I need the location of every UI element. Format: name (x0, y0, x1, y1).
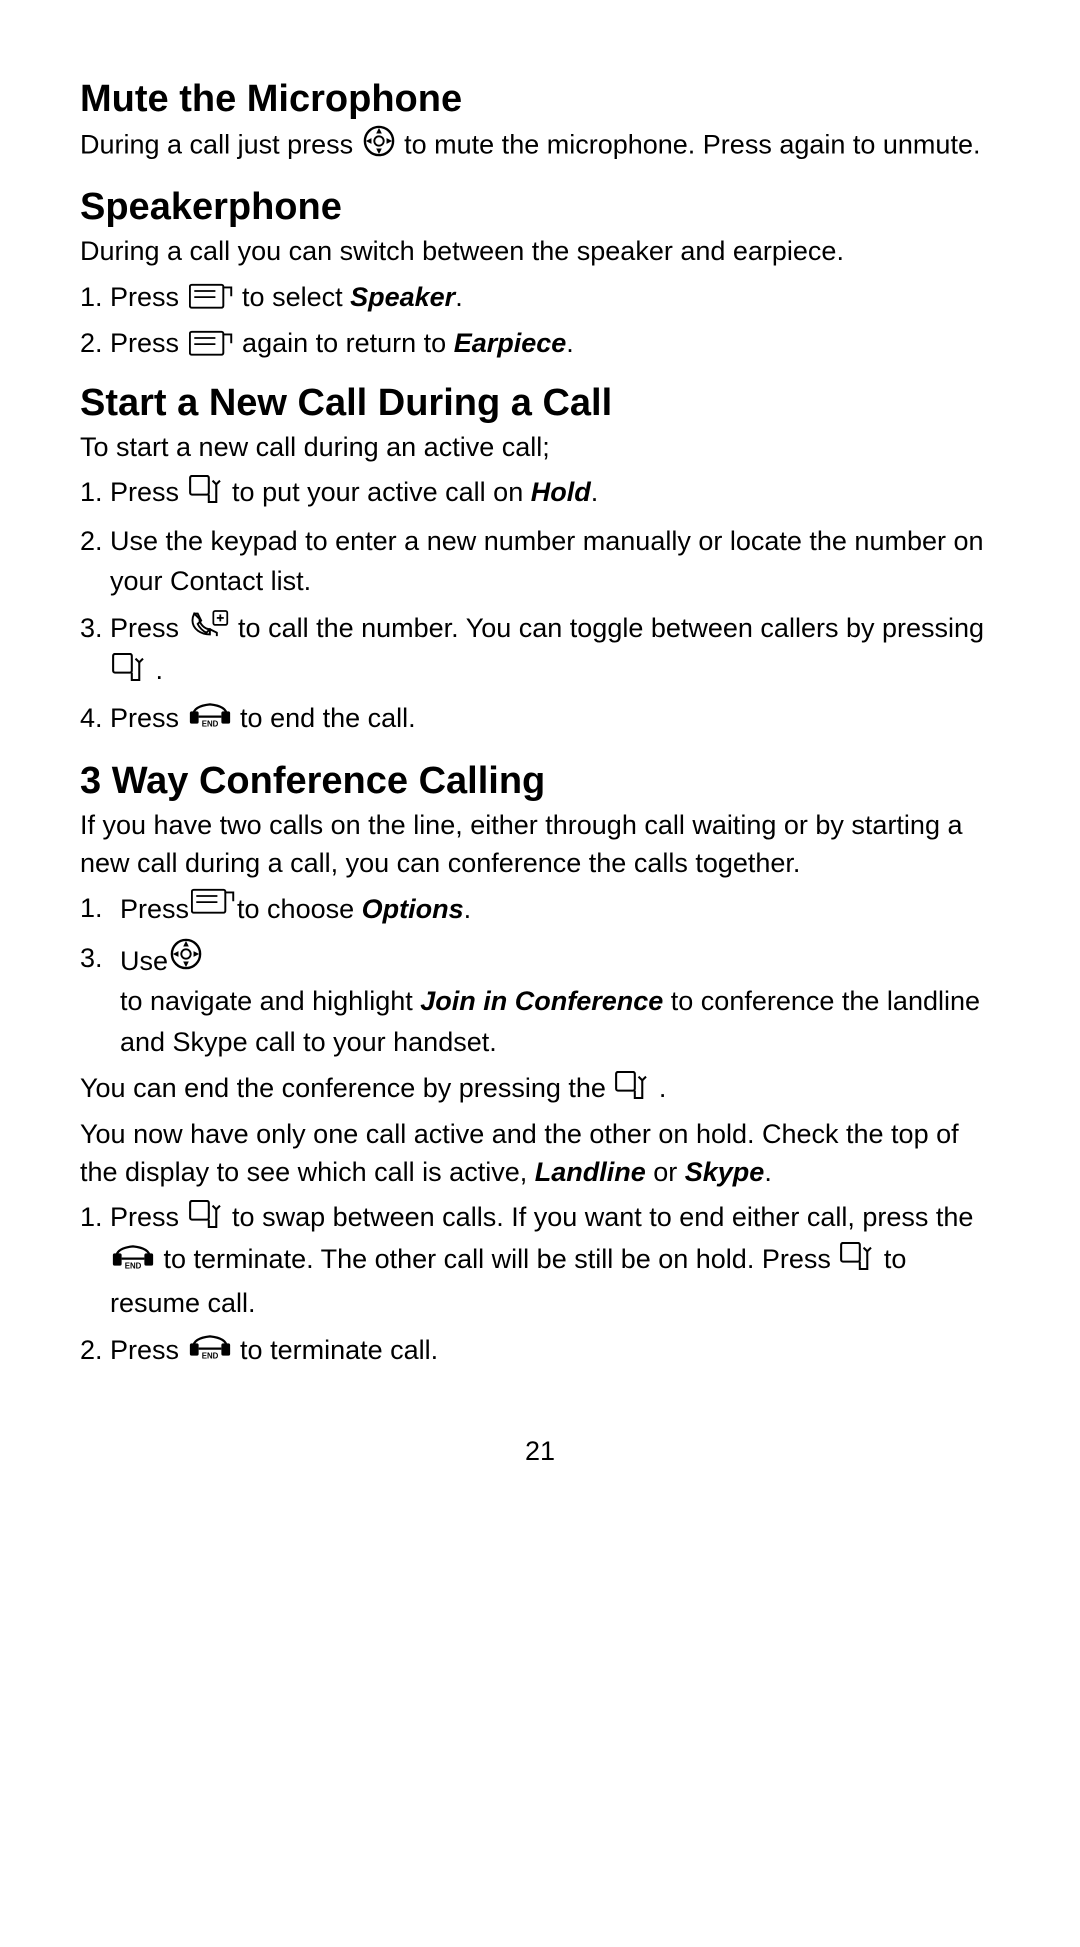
new-call-heading: Start a New Call During a Call (80, 382, 1000, 425)
conf2-item1-pre: Press (110, 1202, 187, 1232)
speakerphone-heading: Speakerphone (80, 186, 1000, 229)
sp-bold-italic-2: Earpiece (454, 328, 567, 358)
mute-text-post: to mute the microphone. Press again to u… (404, 130, 980, 160)
nc-item3-suffix: . (156, 655, 164, 685)
list-item: Use to navigate and highlight Join in Co… (80, 938, 1000, 1063)
speakerphone-body: During a call you can switch between the… (80, 233, 1000, 271)
nav-circle-icon-2 (170, 938, 202, 982)
conference-body: If you have two calls on the line, eithe… (80, 807, 1000, 883)
end-icon-2 (112, 1240, 154, 1284)
conference-list-2: Press to swap between calls. If you want… (110, 1197, 1000, 1373)
menu-arrow-icon-2 (189, 330, 233, 360)
conf2-item1-post: to terminate. The other call will be sti… (164, 1244, 839, 1274)
list-item: Press to call the number. You can toggle… (110, 608, 1000, 693)
new-call-body: To start a new call during an active cal… (80, 429, 1000, 467)
speakerphone-list: Press to select Speaker. Press again to … (110, 277, 1000, 364)
list-item: Press to put your active call on Hold. (110, 472, 1000, 514)
nav-circle-icon (363, 125, 395, 168)
mute-heading: Mute the Microphone (80, 78, 1000, 121)
sp-item2-post: again to return to Earpiece. (242, 328, 574, 358)
list-item: Press again to return to Earpiece. (110, 323, 1000, 364)
conference-note-2: You now have only one call active and th… (80, 1116, 1000, 1192)
nc-item4-post: to end the call. (240, 703, 416, 733)
conference-heading: 3 Way Conference Calling (80, 760, 1000, 803)
conf-join-label: Join in Conference (420, 986, 663, 1016)
sp-bold-italic-1: Speaker (350, 282, 455, 312)
list-item: Press to end the call. (110, 698, 1000, 742)
nc-item4-pre: Press (110, 703, 187, 733)
conf2-item2-post: to terminate call. (240, 1335, 438, 1365)
sp-item1-post: to select Speaker. (242, 282, 463, 312)
sp-item2-pre: Press (110, 328, 187, 358)
page-number: 21 (80, 1433, 1000, 1471)
nc-item1-post: to put your active call on Hold. (232, 477, 598, 507)
conf-item3-post: to navigate and highlight Join in Confer… (120, 981, 1000, 1062)
conf-note1-pre: You can end the conference by pressing t… (80, 1073, 613, 1103)
conf-landline-label: Landline (535, 1157, 646, 1187)
conference-list-1: Press to choose Options. Use to navigate… (80, 888, 1000, 1062)
nc-hold-label: Hold (531, 477, 591, 507)
end-icon-3 (189, 1330, 231, 1374)
list-item: Press to select Speaker. (110, 277, 1000, 318)
conf-item1-pre: Press (120, 889, 189, 930)
list-item: Press to swap between calls. If you want… (110, 1197, 1000, 1323)
new-call-list: Press to put your active call on Hold. U… (110, 472, 1000, 742)
conf-note1-post: . (659, 1073, 667, 1103)
hold-icon-3 (615, 1071, 649, 1110)
conf2-item1-mid: to swap between calls. If you want to en… (232, 1202, 973, 1232)
hold-icon-2 (112, 652, 146, 693)
conf-note2-text: You now have only one call active and th… (80, 1119, 959, 1187)
conf-item1-post: to choose Options. (237, 889, 471, 930)
conf-skype-label: Skype (685, 1157, 765, 1187)
mute-body: During a call just press to mute the mic… (80, 125, 1000, 168)
conf2-item2-pre: Press (110, 1335, 187, 1365)
end-icon-1 (189, 698, 231, 742)
page-content: Mute the Microphone During a call just p… (80, 78, 1000, 1471)
hold-icon-1 (189, 474, 223, 515)
conf-options-label: Options (362, 894, 464, 924)
hold-icon-5 (840, 1241, 874, 1282)
call-add-icon (189, 609, 229, 651)
conference-note-1: You can end the conference by pressing t… (80, 1070, 1000, 1109)
conf-item3-pre: Use (120, 941, 168, 982)
list-item: Use the keypad to enter a new number man… (110, 521, 1000, 602)
list-item: Press to terminate call. (110, 1330, 1000, 1374)
nc-item2-text: Use the keypad to enter a new number man… (110, 526, 984, 597)
sp-item1-pre: Press (110, 282, 187, 312)
nc-item3-post: to call the number. You can toggle betwe… (238, 613, 984, 643)
mute-text-pre: During a call just press (80, 130, 361, 160)
menu-arrow-icon-1 (189, 283, 233, 313)
nc-item1-pre: Press (110, 477, 187, 507)
nc-item3-pre: Press (110, 613, 187, 643)
hold-icon-4 (189, 1199, 223, 1240)
list-item: Press to choose Options. (80, 888, 1000, 930)
menu-arrow-icon-3 (191, 888, 235, 918)
